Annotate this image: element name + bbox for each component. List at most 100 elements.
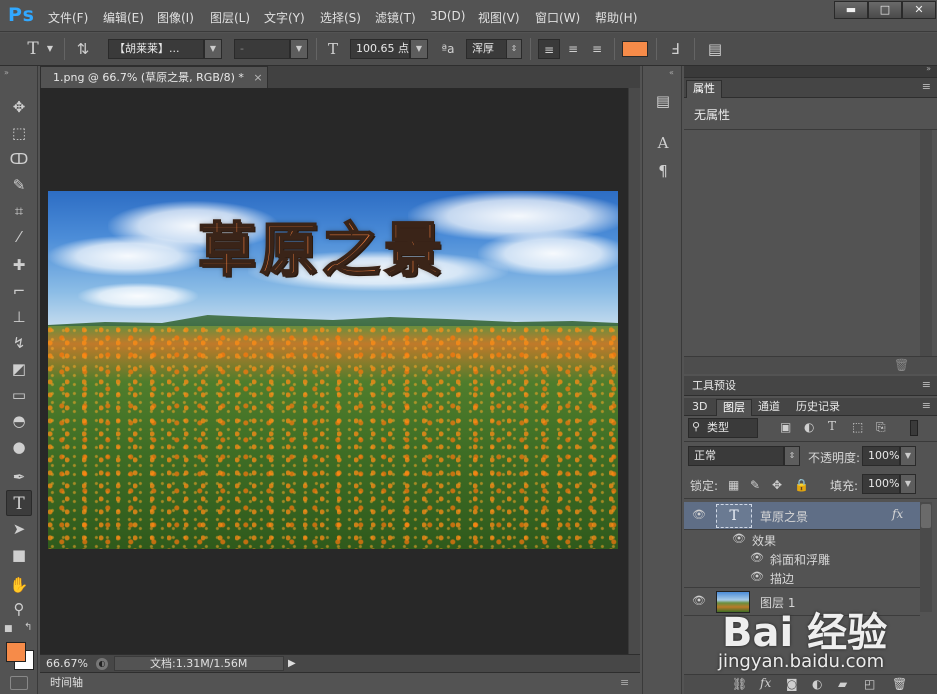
antialias-dropdown-icon[interactable]: ⇕ (506, 39, 522, 59)
font-family-dropdown-icon[interactable]: ▼ (204, 39, 222, 59)
document-image[interactable]: 草原之景 (48, 191, 618, 549)
toggle-text-orientation-icon[interactable]: ⇅ (72, 39, 94, 59)
menu-image[interactable]: 图像(I) (157, 9, 194, 26)
close-tab-icon[interactable]: × (253, 71, 262, 84)
status-menu-arrow-icon[interactable]: ▶ (288, 655, 296, 672)
document-tab[interactable]: 1.png @ 66.7% (草原之景, RGB/8) * × (40, 66, 268, 88)
adjustment-layer-icon[interactable]: ◐ (812, 677, 822, 691)
eyedropper-tool-icon[interactable]: ⁄ (6, 224, 32, 250)
text-color-swatch[interactable] (622, 41, 648, 57)
collapse-arrows-icon[interactable]: » (4, 68, 9, 77)
effects-row[interactable]: 👁 效果 (684, 530, 920, 549)
filter-smart-object-icon[interactable]: ⎘ (876, 420, 886, 435)
type-tool-preset-icon[interactable]: T (22, 39, 44, 59)
blend-mode-select[interactable]: 正常 (688, 446, 784, 466)
expand-arrows-icon[interactable]: » (926, 64, 931, 73)
font-size-dropdown-icon[interactable]: ▼ (410, 39, 428, 59)
layers-scroll-thumb[interactable] (921, 504, 931, 528)
new-group-icon[interactable]: ▰ (838, 677, 847, 691)
properties-scrollbar[interactable] (920, 130, 932, 358)
layer-row-text[interactable]: 👁 T 草原之景 fx (684, 502, 920, 530)
gradient-tool-icon[interactable]: ▭ (6, 382, 32, 408)
move-tool-icon[interactable]: ✥ (6, 94, 32, 120)
menu-select[interactable]: 选择(S) (320, 9, 361, 26)
tab-channels[interactable]: 通道 (752, 399, 786, 416)
zoom-level[interactable]: 66.67% (46, 655, 88, 672)
effect-row-bevel[interactable]: 👁 斜面和浮雕 (684, 549, 920, 568)
paragraph-panel-icon[interactable]: ¶ (652, 160, 674, 182)
menu-view[interactable]: 视图(V) (478, 9, 520, 26)
dodge-tool-icon[interactable]: ● (6, 434, 32, 460)
filter-adjustment-icon[interactable]: ◐ (804, 420, 814, 434)
add-mask-icon[interactable]: ◙ (786, 677, 798, 691)
layers-scrollbar[interactable] (920, 502, 932, 612)
blur-tool-icon[interactable]: ◓ (6, 408, 32, 434)
filter-toggle[interactable] (910, 420, 918, 436)
filter-shape-icon[interactable]: ⬚ (852, 420, 863, 434)
quick-mask-icon[interactable] (10, 676, 28, 690)
delete-layer-icon[interactable]: 🗑 (892, 677, 907, 691)
swap-colors-icon[interactable]: ↰ (24, 622, 32, 633)
maximize-button[interactable]: □ (868, 1, 902, 19)
quick-select-tool-icon[interactable]: ✎ (6, 172, 32, 198)
lasso-tool-icon[interactable]: ↀ (6, 146, 32, 172)
timeline-menu-icon[interactable]: ≡ (620, 673, 629, 693)
panel-menu-icon[interactable]: ≡ (922, 378, 931, 391)
close-button[interactable]: ✕ (902, 1, 936, 19)
lock-position-icon[interactable]: ✥ (772, 478, 782, 492)
trash-icon[interactable]: 🗑 (894, 358, 909, 372)
opacity-dropdown-icon[interactable]: ▼ (900, 446, 916, 466)
tab-layers[interactable]: 图层 (716, 399, 752, 416)
filter-type-icon[interactable]: T (828, 419, 836, 433)
path-select-tool-icon[interactable]: ➤ (6, 516, 32, 542)
timeline-label[interactable]: 时间轴 (50, 673, 83, 693)
align-left-icon[interactable]: ≡ (538, 39, 560, 59)
default-colors-icon[interactable]: ■ (4, 624, 13, 634)
font-style-select[interactable]: - (234, 39, 290, 59)
new-layer-icon[interactable]: ◰ (864, 677, 875, 691)
menu-filter[interactable]: 滤镜(T) (375, 9, 416, 26)
fill-dropdown-icon[interactable]: ▼ (900, 474, 916, 494)
menu-layer[interactable]: 图层(L) (210, 9, 250, 26)
menu-file[interactable]: 文件(F) (48, 9, 88, 26)
lock-image-icon[interactable]: ✎ (750, 478, 760, 492)
warp-text-icon[interactable]: Ⅎ (664, 39, 686, 59)
menu-help[interactable]: 帮助(H) (595, 9, 637, 26)
align-right-icon[interactable]: ≡ (586, 39, 608, 59)
hand-tool-icon[interactable]: ✋ (6, 572, 32, 598)
tab-tool-presets[interactable]: 工具预设 (686, 378, 742, 396)
clone-stamp-tool-icon[interactable]: ⊥ (6, 304, 32, 330)
vertical-scrollbar[interactable] (628, 88, 640, 654)
tab-history[interactable]: 历史记录 (790, 399, 846, 416)
layer-effects-icon[interactable]: fx (892, 507, 903, 521)
eraser-tool-icon[interactable]: ◩ (6, 356, 32, 382)
menu-window[interactable]: 窗口(W) (535, 9, 580, 26)
history-panel-icon[interactable]: ▤ (652, 90, 674, 112)
blend-mode-dropdown-icon[interactable]: ⇕ (784, 446, 800, 466)
effect-row-stroke[interactable]: 👁 描边 (684, 568, 920, 588)
add-style-icon[interactable]: fx (760, 676, 771, 690)
foreground-color-swatch[interactable] (6, 642, 26, 662)
minimize-button[interactable]: ▬ (834, 1, 868, 19)
link-layers-icon[interactable]: ⛓ (732, 677, 747, 691)
visibility-eye-icon[interactable]: 👁 (692, 594, 706, 607)
antialias-select[interactable]: 浑厚 (466, 39, 508, 59)
bevel-eye-icon[interactable]: 👁 (750, 551, 764, 564)
panel-menu-icon[interactable]: ≡ (922, 399, 931, 412)
brush-tool-icon[interactable]: ⌐ (6, 278, 32, 304)
status-info-icon[interactable]: ◐ (96, 658, 108, 670)
fill-input[interactable]: 100% (862, 474, 900, 494)
font-family-select[interactable]: 【胡莱莱】... (108, 39, 204, 59)
marquee-tool-icon[interactable]: ⬚ (6, 120, 32, 146)
collapse-arrows-icon[interactable]: « (669, 68, 674, 77)
filter-pixel-icon[interactable]: ▣ (780, 420, 791, 434)
type-tool-icon[interactable]: T (6, 490, 32, 516)
tab-properties[interactable]: 属性 (686, 80, 722, 98)
font-style-dropdown-icon[interactable]: ▼ (290, 39, 308, 59)
visibility-eye-icon[interactable]: 👁 (692, 508, 706, 521)
crop-tool-icon[interactable]: ⌗ (6, 198, 32, 224)
zoom-tool-icon[interactable]: ⚲ (6, 596, 32, 622)
lock-transparent-icon[interactable]: ▦ (728, 478, 739, 492)
align-center-icon[interactable]: ≡ (562, 39, 584, 59)
character-panel-icon[interactable]: ▤ (704, 39, 726, 59)
